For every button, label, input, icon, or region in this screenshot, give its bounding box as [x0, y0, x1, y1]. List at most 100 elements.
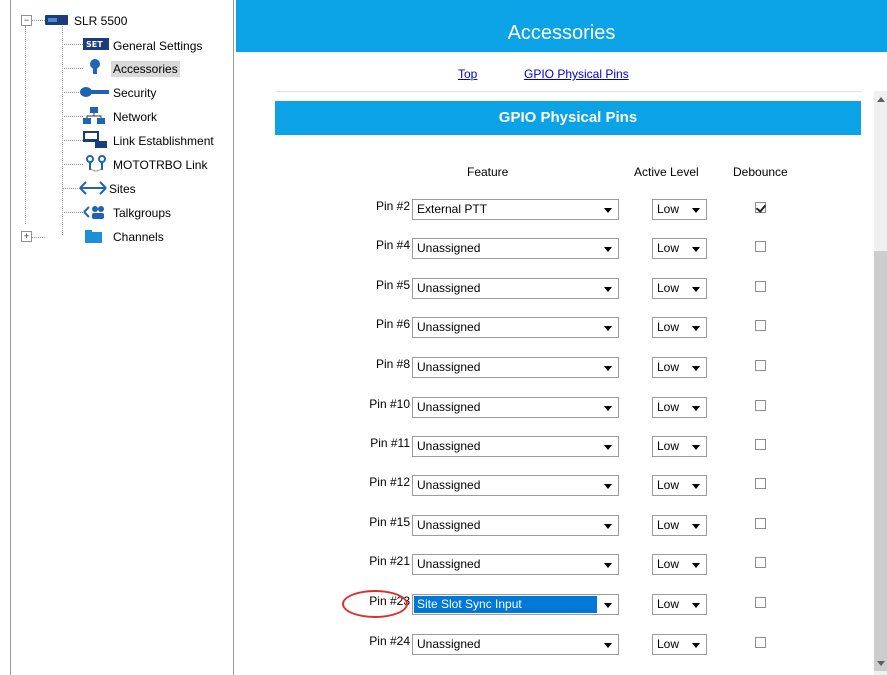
- chevron-down-icon[interactable]: [600, 477, 617, 494]
- feature-dropdown[interactable]: Unassigned: [412, 397, 619, 418]
- pin-label: Pin #11: [370, 436, 410, 450]
- tree-root-label[interactable]: SLR 5500: [72, 13, 129, 29]
- tree-item-network[interactable]: Network: [111, 109, 159, 125]
- pin-row: Pin #23 Site Slot Sync Input Low: [236, 592, 866, 616]
- section-header: GPIO Physical Pins: [275, 101, 861, 135]
- tree-item-talkgroups[interactable]: Talkgroups: [111, 205, 173, 221]
- mototrbo-link-icon: [86, 155, 106, 172]
- tree-item-general-settings[interactable]: General Settings: [111, 38, 204, 54]
- column-header-active-level: Active Level: [634, 165, 699, 179]
- link-establishment-icon: [83, 131, 107, 148]
- chevron-down-icon[interactable]: [688, 240, 705, 257]
- pin-row: Pin #21 Unassigned Low: [236, 552, 866, 576]
- active-level-dropdown[interactable]: Low: [652, 554, 707, 575]
- chevron-down-icon[interactable]: [688, 556, 705, 573]
- debounce-checkbox[interactable]: [755, 320, 766, 331]
- chevron-down-icon[interactable]: [600, 201, 617, 218]
- active-level-value: Low: [657, 518, 680, 532]
- debounce-checkbox[interactable]: [755, 202, 766, 213]
- gpio-physical-pins-link[interactable]: GPIO Physical Pins: [524, 67, 629, 81]
- chevron-down-icon[interactable]: [600, 596, 617, 613]
- tree-item-accessories[interactable]: Accessories: [111, 61, 180, 77]
- feature-dropdown[interactable]: Unassigned: [412, 436, 619, 457]
- collapse-expander[interactable]: −: [21, 15, 32, 26]
- chevron-down-icon[interactable]: [600, 319, 617, 336]
- chevron-down-icon[interactable]: [600, 517, 617, 534]
- expand-expander[interactable]: +: [21, 231, 32, 242]
- tree-item-mototrbo-link[interactable]: MOTOTRBO Link: [111, 157, 209, 173]
- chevron-down-icon[interactable]: [688, 596, 705, 613]
- chevron-down-icon[interactable]: [600, 556, 617, 573]
- talkgroups-icon: [83, 206, 104, 219]
- debounce-checkbox[interactable]: [755, 241, 766, 252]
- debounce-checkbox[interactable]: [755, 518, 766, 529]
- feature-value: External PTT: [417, 202, 488, 216]
- debounce-checkbox[interactable]: [755, 281, 766, 292]
- feature-dropdown[interactable]: Unassigned: [412, 357, 619, 378]
- active-level-dropdown[interactable]: Low: [652, 317, 707, 338]
- chevron-down-icon[interactable]: [688, 319, 705, 336]
- sites-icon: [79, 181, 107, 195]
- feature-dropdown[interactable]: Unassigned: [412, 238, 619, 259]
- key-icon: [80, 87, 109, 97]
- chevron-down-icon[interactable]: [600, 240, 617, 257]
- chevron-down-icon[interactable]: [688, 280, 705, 297]
- chevron-down-icon[interactable]: [600, 399, 617, 416]
- chevron-down-icon[interactable]: [600, 359, 617, 376]
- feature-dropdown[interactable]: Unassigned: [412, 475, 619, 496]
- tree-guide-line: [62, 140, 83, 141]
- tree-item-sites[interactable]: Sites: [107, 181, 138, 197]
- top-link[interactable]: Top: [458, 67, 477, 81]
- scroll-down-icon[interactable]: [877, 661, 885, 666]
- feature-dropdown[interactable]: Unassigned: [412, 554, 619, 575]
- active-level-dropdown[interactable]: Low: [652, 475, 707, 496]
- chevron-down-icon[interactable]: [688, 636, 705, 653]
- chevron-down-icon[interactable]: [600, 280, 617, 297]
- active-level-dropdown[interactable]: Low: [652, 397, 707, 418]
- highlight-circle: [342, 590, 408, 618]
- scrollbar-thumb[interactable]: [874, 251, 887, 671]
- feature-dropdown[interactable]: Unassigned: [412, 634, 619, 655]
- tree-item-security[interactable]: Security: [111, 85, 158, 101]
- debounce-checkbox[interactable]: [755, 478, 766, 489]
- debounce-checkbox[interactable]: [755, 439, 766, 450]
- active-level-dropdown[interactable]: Low: [652, 238, 707, 259]
- chevron-down-icon[interactable]: [600, 438, 617, 455]
- active-level-dropdown[interactable]: Low: [652, 199, 707, 220]
- accessory-icon: [90, 59, 100, 74]
- tree-guide-line: [25, 26, 26, 224]
- feature-dropdown[interactable]: Site Slot Sync Input: [412, 594, 619, 615]
- navigation-tree[interactable]: − SLR 5500 SET General Settings Accessor…: [10, 0, 234, 675]
- debounce-checkbox[interactable]: [755, 360, 766, 371]
- chevron-down-icon[interactable]: [688, 399, 705, 416]
- feature-dropdown[interactable]: Unassigned: [412, 317, 619, 338]
- feature-dropdown[interactable]: Unassigned: [412, 515, 619, 536]
- active-level-dropdown[interactable]: Low: [652, 594, 707, 615]
- pin-row: Pin #11 Unassigned Low: [236, 434, 866, 458]
- chevron-down-icon[interactable]: [688, 517, 705, 534]
- active-level-dropdown[interactable]: Low: [652, 634, 707, 655]
- svg-text:SET: SET: [86, 40, 103, 49]
- chevron-down-icon[interactable]: [600, 636, 617, 653]
- debounce-checkbox[interactable]: [755, 557, 766, 568]
- tree-item-link-establishment[interactable]: Link Establishment: [111, 133, 216, 149]
- debounce-checkbox[interactable]: [755, 637, 766, 648]
- active-level-dropdown[interactable]: Low: [652, 515, 707, 536]
- debounce-checkbox[interactable]: [755, 400, 766, 411]
- pin-row: Pin #24 Unassigned Low: [236, 632, 866, 656]
- chevron-down-icon[interactable]: [688, 359, 705, 376]
- active-level-value: Low: [657, 281, 680, 295]
- feature-dropdown[interactable]: External PTT: [412, 199, 619, 220]
- chevron-down-icon[interactable]: [688, 477, 705, 494]
- active-level-dropdown[interactable]: Low: [652, 436, 707, 457]
- debounce-checkbox[interactable]: [755, 597, 766, 608]
- vertical-scrollbar[interactable]: [874, 91, 887, 675]
- chevron-down-icon[interactable]: [688, 201, 705, 218]
- tree-guide-line: [62, 26, 63, 235]
- active-level-dropdown[interactable]: Low: [652, 357, 707, 378]
- active-level-dropdown[interactable]: Low: [652, 278, 707, 299]
- chevron-down-icon[interactable]: [688, 438, 705, 455]
- tree-item-channels[interactable]: Channels: [111, 229, 166, 245]
- scroll-up-icon[interactable]: [877, 97, 885, 102]
- feature-dropdown[interactable]: Unassigned: [412, 278, 619, 299]
